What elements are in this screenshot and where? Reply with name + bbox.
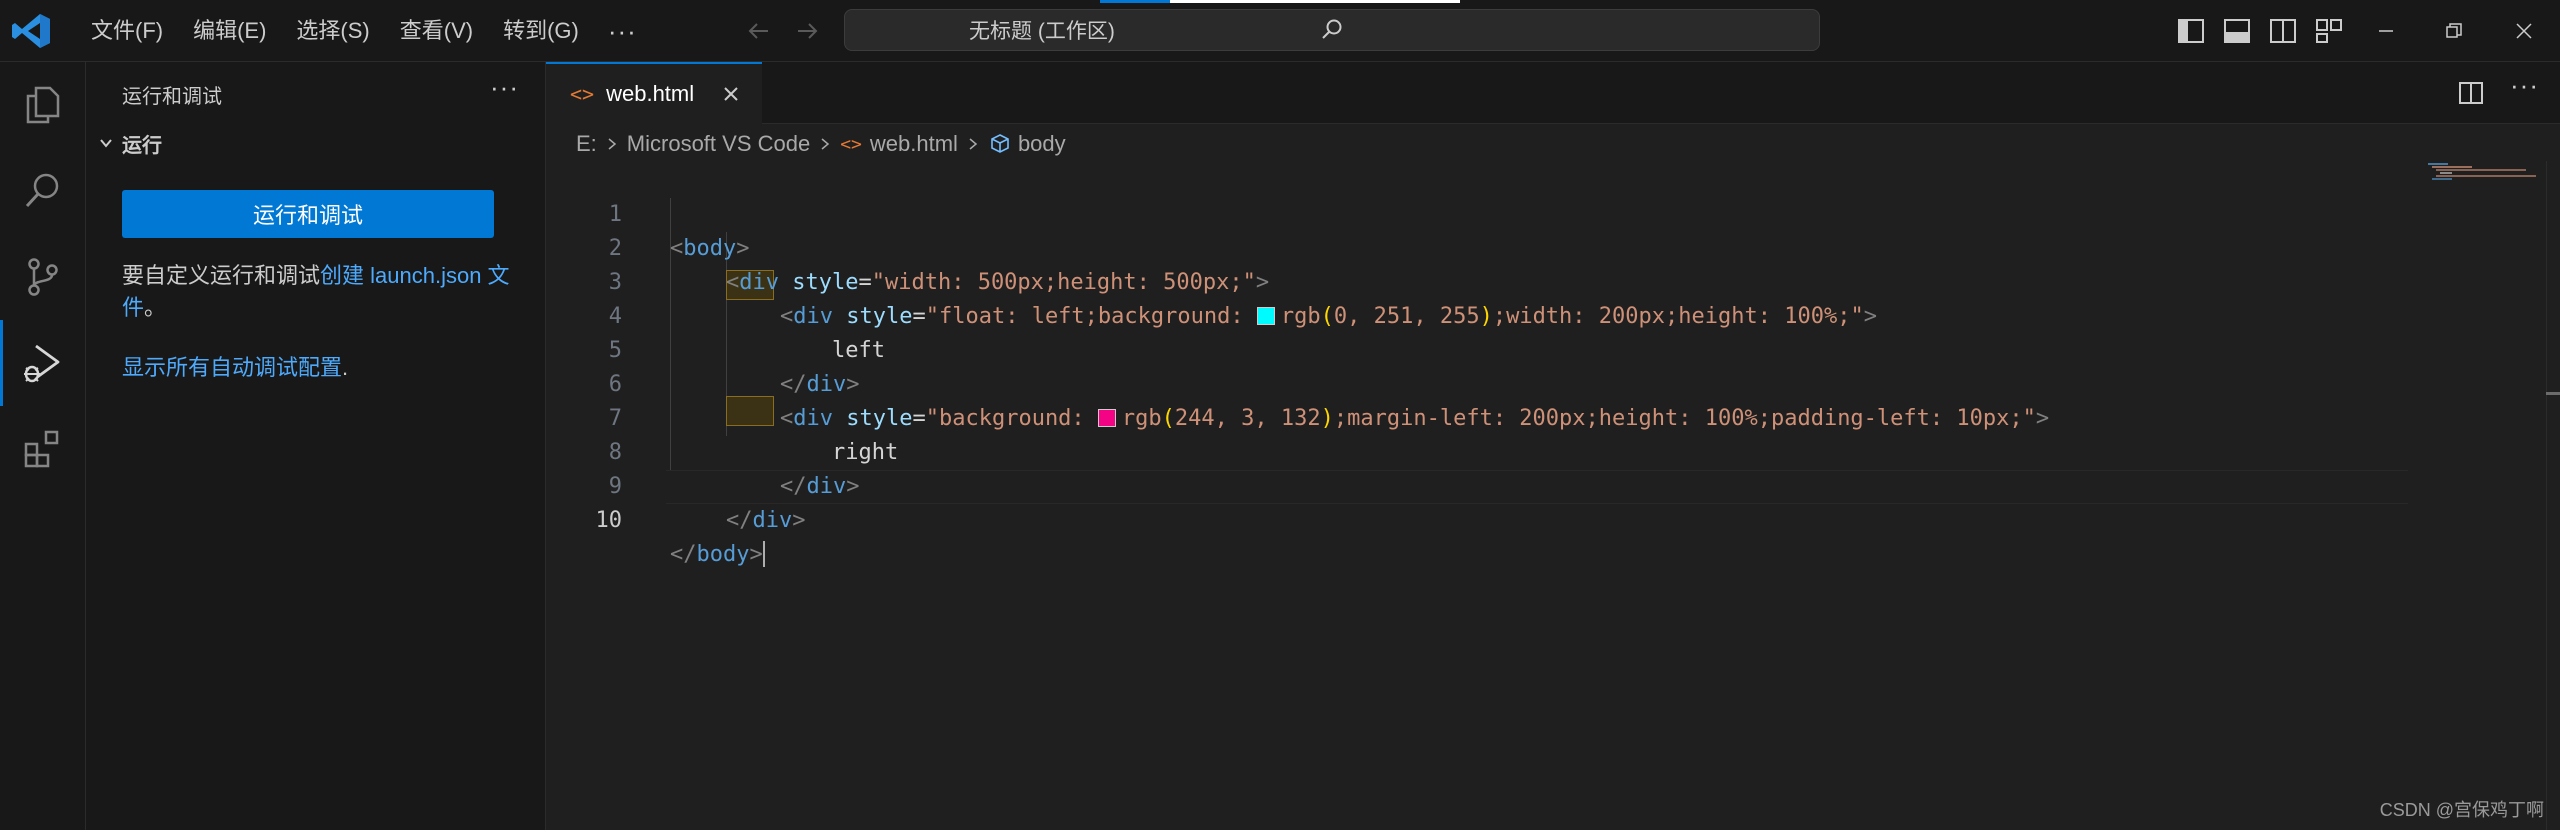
hint-suffix: 。 <box>144 295 167 320</box>
sidebar-more-button[interactable]: ··· <box>490 72 519 103</box>
watermark: CSDN @宫保鸡丁啊 <box>2379 800 2544 820</box>
run-debug-icon <box>24 344 60 383</box>
command-center-search[interactable]: 无标题 (工作区) <box>844 9 1820 51</box>
toggle-panel-icon[interactable] <box>2222 16 2252 46</box>
minimize-icon <box>2379 30 2393 32</box>
activity-extensions[interactable] <box>0 406 86 492</box>
breadcrumb-drive[interactable]: E: <box>576 131 597 157</box>
menu-go[interactable]: 转到(G) <box>488 0 594 62</box>
toggle-secondary-sidebar-icon[interactable] <box>2268 16 2298 46</box>
run-and-debug-button[interactable]: 运行和调试 <box>122 190 494 238</box>
title-bar: 文件(F) 编辑(E) 选择(S) 查看(V) 转到(G) ··· 无标题 (工… <box>0 0 2560 62</box>
sidebar-title: 运行和调试 <box>122 86 222 108</box>
chevron-right-icon <box>821 138 830 150</box>
section-run-header[interactable]: 运行 <box>96 126 162 160</box>
extensions-icon <box>24 430 59 468</box>
code-line: 9 </div> <box>546 436 2446 533</box>
loading-accent-bar-highlight <box>1170 0 1460 3</box>
link-suffix: . <box>342 355 349 380</box>
restore-icon <box>2446 23 2462 38</box>
text-cursor <box>762 541 765 567</box>
activity-search[interactable] <box>0 148 86 234</box>
split-editor-icon[interactable] <box>2456 78 2486 108</box>
forward-arrow-icon[interactable] <box>790 14 824 48</box>
close-icon <box>2516 23 2532 39</box>
tab-web-html[interactable]: <> web.html <box>546 62 762 124</box>
menu-file[interactable]: 文件(F) <box>76 0 178 62</box>
chevron-right-icon <box>608 138 616 150</box>
editor-tabs: <> web.html ··· <box>546 62 2560 124</box>
command-center-label: 无标题 (工作区) <box>969 20 1115 43</box>
menu-more-button[interactable]: ··· <box>594 0 651 62</box>
minimize-button[interactable] <box>2352 0 2420 62</box>
activity-source-control[interactable] <box>0 234 86 320</box>
search-icon <box>1322 19 1342 39</box>
show-auto-debug-configs-link[interactable]: 显示所有自动调试配置 <box>122 355 342 380</box>
code-line: 5 </div> <box>546 300 2446 397</box>
symbol-element-icon <box>991 134 1009 153</box>
auto-debug-configs: 显示所有自动调试配置. <box>122 350 348 382</box>
explorer-icon <box>26 86 60 124</box>
loading-accent-bar <box>1100 0 1170 3</box>
active-indicator <box>0 320 3 406</box>
html-file-icon: <> <box>840 133 862 155</box>
activity-bar <box>0 62 86 830</box>
menu-selection[interactable]: 选择(S) <box>281 0 384 62</box>
line-content: </div> <box>726 508 806 533</box>
close-icon[interactable] <box>720 83 742 105</box>
source-control-icon <box>28 258 58 296</box>
html-file-icon: <> <box>570 82 595 106</box>
code-line: 10 </body> <box>546 470 2446 567</box>
code-line: 2 <div style="width: 500px;height: 500px… <box>546 198 2446 295</box>
breadcrumb-file[interactable]: web.html <box>870 131 958 157</box>
activity-explorer[interactable] <box>0 62 86 148</box>
breadcrumb-symbol[interactable]: body <box>1018 131 1066 157</box>
section-run-label: 运行 <box>122 134 162 157</box>
vscode-logo-icon[interactable] <box>10 12 52 50</box>
line-number: 10 <box>595 508 623 533</box>
menu-view[interactable]: 查看(V) <box>385 0 488 62</box>
breadcrumb-folder[interactable]: Microsoft VS Code <box>627 131 810 157</box>
vertical-scrollbar-track[interactable] <box>2546 161 2560 830</box>
scrollbar-cursor-marker <box>2546 392 2560 395</box>
search-icon <box>25 173 59 208</box>
toggle-primary-sidebar-icon[interactable] <box>2176 16 2206 46</box>
run-debug-sidebar: 运行和调试 ··· 运行 运行和调试 要自定义运行和调试创建 launch.js… <box>86 62 546 830</box>
editor-more-button[interactable]: ··· <box>2510 70 2539 101</box>
menu-edit[interactable]: 编辑(E) <box>178 0 281 62</box>
launch-config-hint: 要自定义运行和调试创建 launch.json 文件。 <box>122 260 512 324</box>
back-arrow-icon[interactable] <box>742 14 776 48</box>
menu-bar: 文件(F) 编辑(E) 选择(S) 查看(V) 转到(G) ··· <box>76 0 651 62</box>
code-line: 7 right <box>546 368 2446 465</box>
code-line: 1 <body> <box>546 164 2446 261</box>
code-line: 6 <div style="background: rgb(244, 3, 13… <box>546 334 2446 431</box>
restore-button[interactable] <box>2420 0 2488 62</box>
hint-text: 要自定义运行和调试 <box>122 263 321 288</box>
customize-layout-icon[interactable] <box>2314 16 2344 46</box>
tab-label: web.html <box>606 81 695 106</box>
chevron-down-icon <box>100 139 112 148</box>
line-content: </body> <box>670 541 765 567</box>
code-line: 4 left <box>546 266 2446 363</box>
breadcrumb: E: Microsoft VS Code <> web.html body <box>576 128 1066 160</box>
chevron-right-icon <box>969 138 978 150</box>
editor-area: <> web.html ··· E: Microsoft VS Code <> … <box>546 62 2560 830</box>
code-line: 8 </div> <box>546 402 2446 499</box>
activity-run-debug[interactable] <box>0 320 86 406</box>
code-line: 3 <div style="float: left;background: rg… <box>546 232 2446 329</box>
minimap[interactable] <box>2426 162 2536 182</box>
close-window-button[interactable] <box>2490 0 2558 62</box>
